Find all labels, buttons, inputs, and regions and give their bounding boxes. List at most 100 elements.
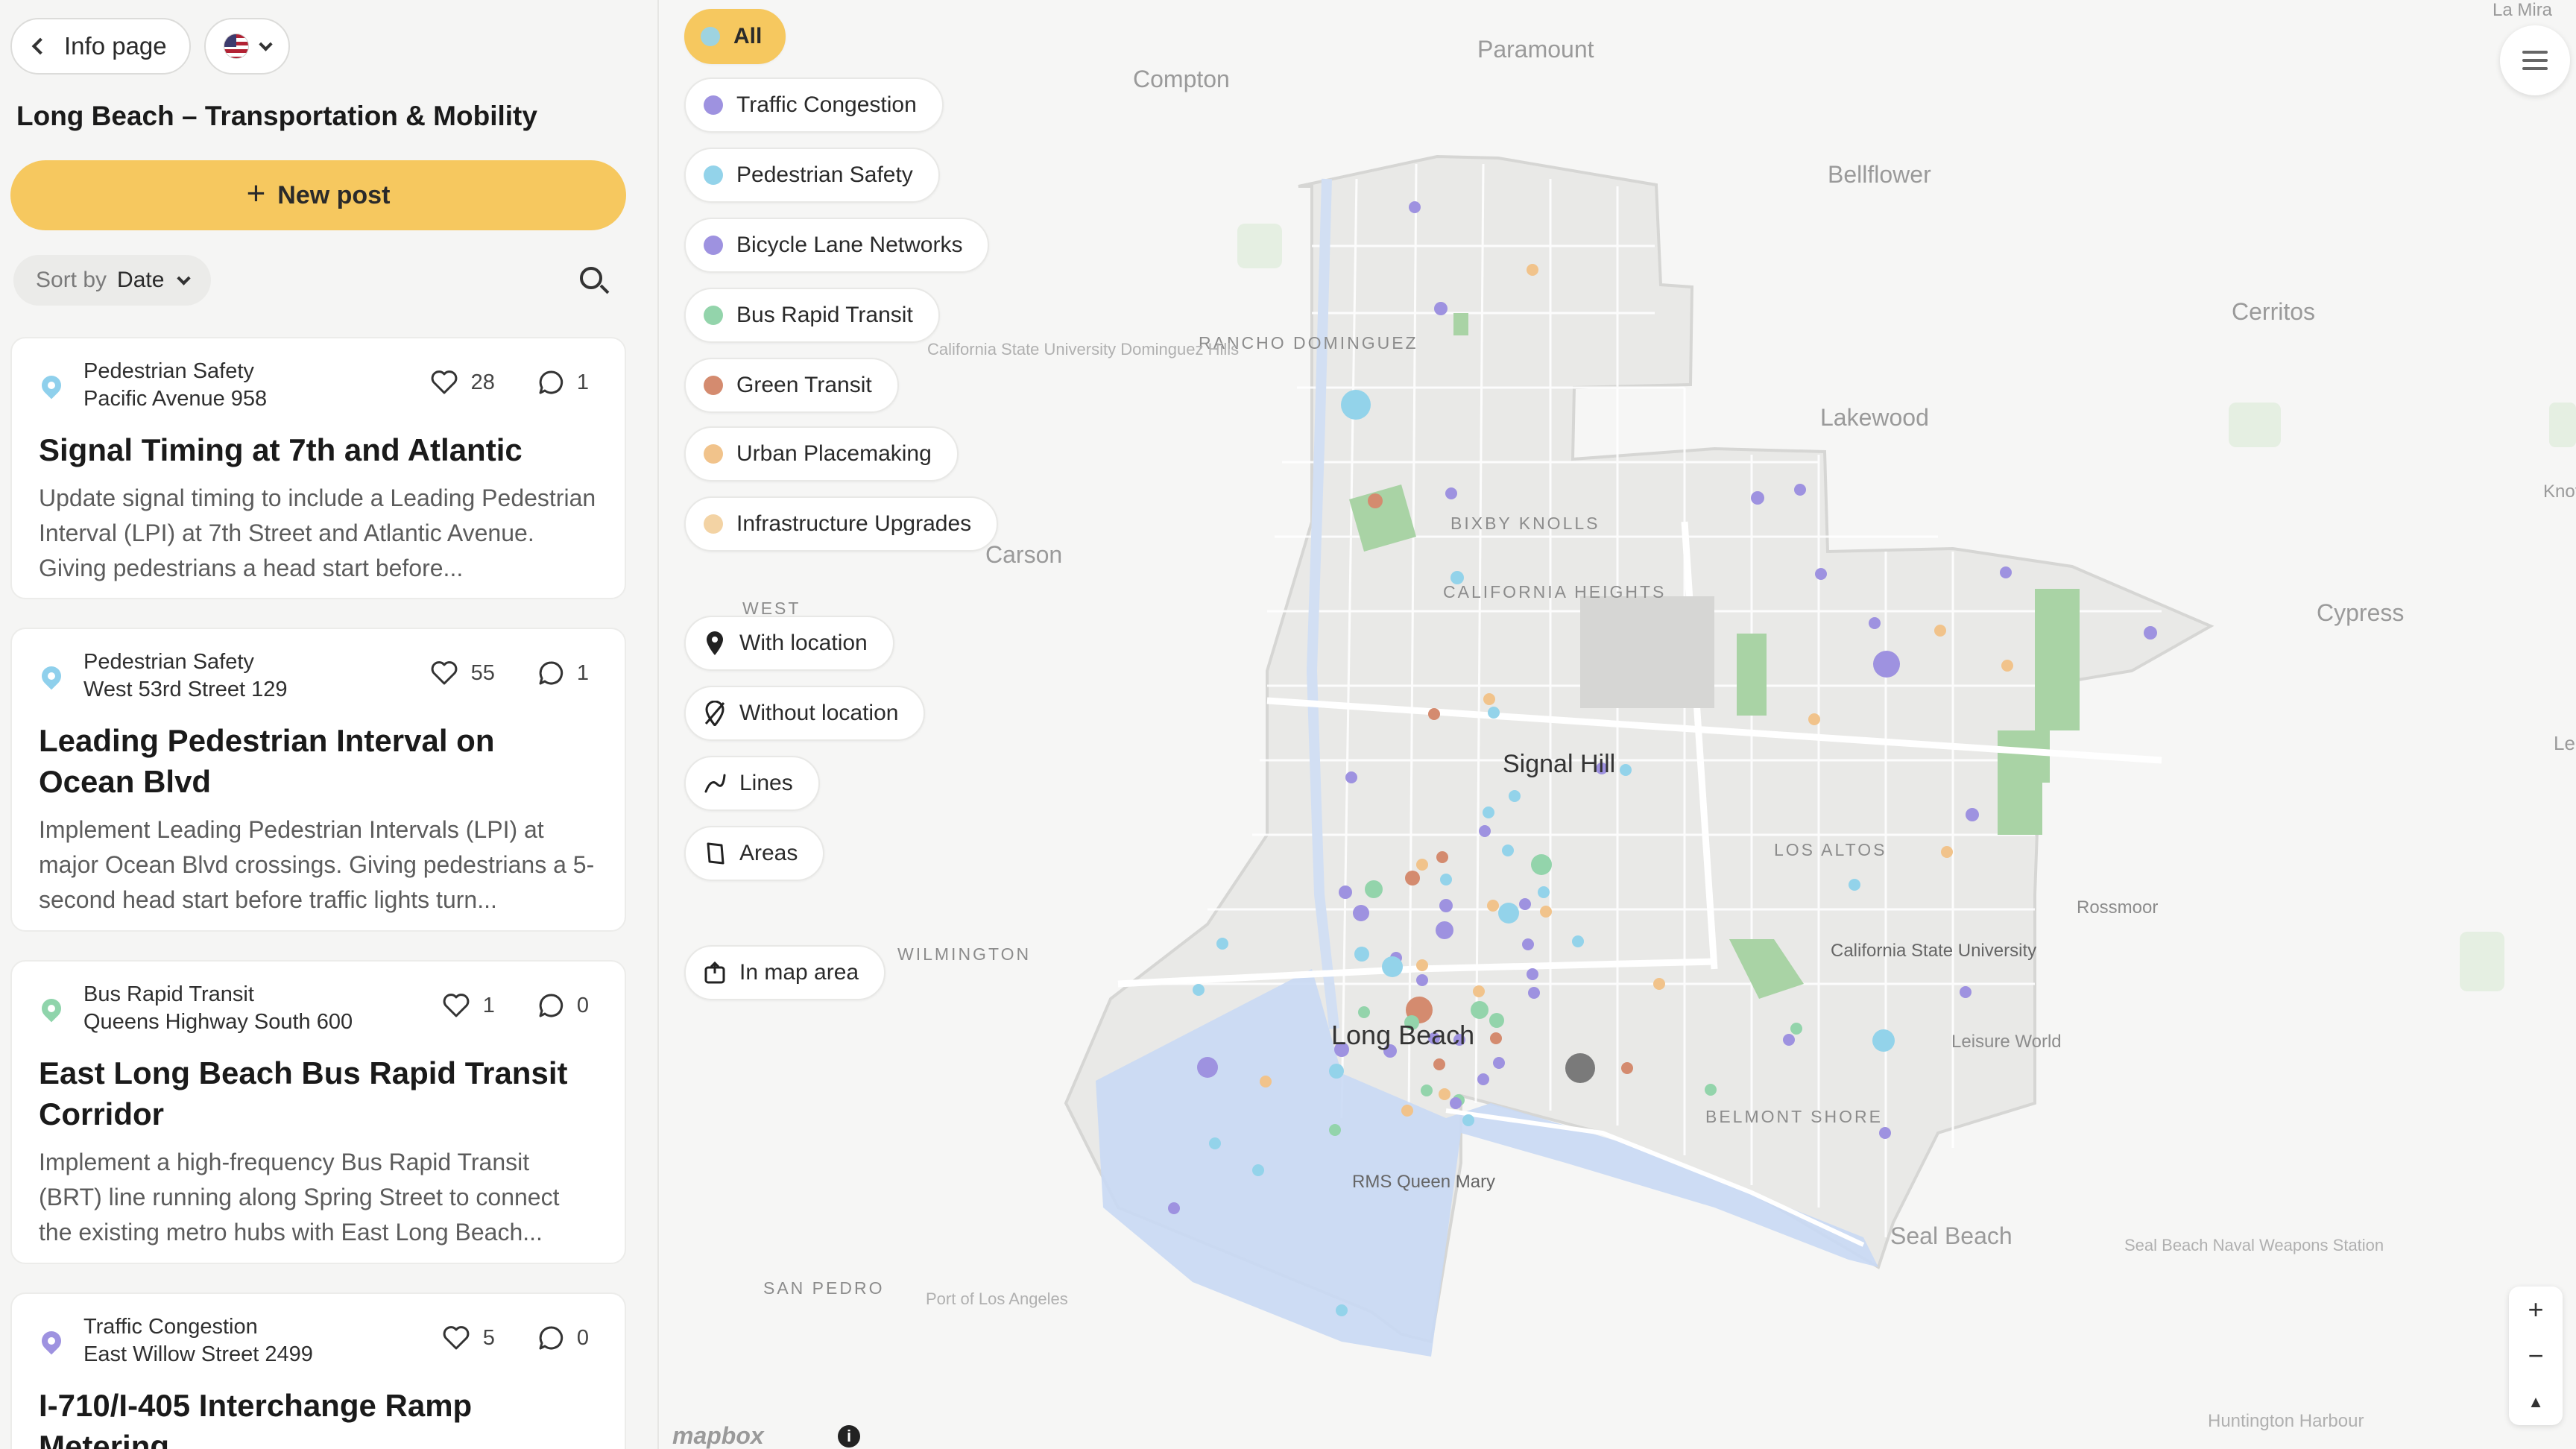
category-swatch	[704, 444, 723, 464]
place-label: Port of Los Angeles	[926, 1289, 1068, 1308]
post-title: Signal Timing at 7th and Atlantic	[39, 432, 523, 467]
place-label: California State University Dominguez Hi…	[927, 340, 1240, 359]
post-title: Leading Pedestrian Interval on Ocean Blv…	[39, 723, 495, 799]
filter-bicycle-lane-networks[interactable]: Bicycle Lane Networks	[684, 218, 990, 273]
like-icon[interactable]	[443, 1326, 470, 1350]
menu-icon	[2522, 51, 2548, 54]
post-address: West 53rd Street 129	[83, 678, 288, 701]
filter-green-transit[interactable]: Green Transit	[684, 358, 899, 413]
sort-label: Sort by	[36, 268, 107, 292]
menu-button[interactable]	[2500, 25, 2570, 95]
place-label: La Mira	[2493, 0, 2553, 20]
chevron-left-icon	[31, 37, 49, 55]
place-label: Seal Beach Naval Weapons Station	[2124, 1236, 2384, 1254]
post-address: Pacific Avenue 958	[83, 387, 268, 411]
chevron-down-icon	[177, 271, 192, 285]
filter-infrastructure-upgrades[interactable]: Infrastructure Upgrades	[684, 496, 999, 552]
place-label: Compton	[1133, 66, 1230, 92]
back-label: Info page	[64, 32, 167, 60]
like-icon[interactable]	[431, 661, 458, 685]
like-icon[interactable]	[431, 370, 458, 394]
comment-icon[interactable]	[538, 993, 564, 1018]
mapbox-logo[interactable]: mapbox	[672, 1422, 764, 1449]
category-swatch	[704, 376, 723, 395]
post-category: Pedestrian Safety	[83, 650, 254, 674]
polygon-icon	[707, 842, 724, 865]
comment-icon[interactable]	[538, 660, 564, 686]
plus-icon: +	[246, 175, 266, 212]
filter-urban-placemaking[interactable]: Urban Placemaking	[684, 426, 959, 482]
place-label: Long Beach	[1331, 1020, 1475, 1050]
like-count: 55	[470, 660, 495, 685]
place-label: Rossmoor	[2077, 897, 2159, 918]
back-button[interactable]: Info page	[10, 18, 191, 75]
search-button[interactable]	[574, 262, 614, 303]
us-flag-icon	[223, 34, 249, 59]
filter-bus-rapid-transit[interactable]: Bus Rapid Transit	[684, 288, 940, 343]
location-pin-icon	[37, 994, 66, 1024]
filter-all[interactable]: All	[684, 9, 786, 64]
new-post-label: New post	[277, 180, 391, 209]
place-label: SAN PEDRO	[763, 1278, 885, 1298]
place-label: Huntington Harbour	[2208, 1411, 2364, 1431]
place-label: WILMINGTON	[897, 944, 1032, 964]
new-post-button[interactable]: + New post	[10, 160, 626, 230]
post-card[interactable]: Traffic Congestion East Willow Street 24…	[10, 1292, 626, 1449]
place-label: CALIFORNIA HEIGHTS	[1443, 581, 1664, 602]
like-icon[interactable]	[443, 994, 470, 1017]
place-label: Signal Hill	[1503, 750, 1616, 778]
location-pin-icon	[37, 1327, 66, 1357]
sidebar: Info page Long Beach – Transportation & …	[0, 0, 659, 1449]
location-off-icon	[704, 701, 725, 726]
place-label: Le	[2554, 732, 2575, 754]
comment-icon[interactable]	[538, 370, 564, 395]
filter-with-location[interactable]: With location	[684, 616, 894, 671]
top-bar: Info page	[10, 18, 290, 75]
post-address: Queens Highway South 600	[83, 1010, 353, 1034]
comment-count: 0	[576, 993, 589, 1017]
all-icon	[701, 27, 720, 46]
like-count: 1	[482, 993, 495, 1017]
comment-count: 1	[576, 660, 589, 685]
filter-in-map-area[interactable]: In map area	[684, 945, 886, 1000]
post-excerpt: Implement Leading Pedestrian Intervals (…	[39, 816, 595, 913]
location-pin-icon	[37, 662, 66, 692]
post-title: East Long Beach Bus Rapid Transit Corrid…	[39, 1055, 568, 1131]
location-pin-icon	[707, 631, 723, 655]
page-title: Long Beach – Transportation & Mobility	[16, 101, 537, 131]
comment-icon[interactable]	[538, 1325, 564, 1351]
category-swatch	[704, 165, 723, 185]
post-address: East Willow Street 2499	[83, 1342, 313, 1366]
place-label: LOS ALTOS	[1774, 840, 1887, 859]
sort-dropdown[interactable]: Sort by Date	[13, 255, 212, 306]
line-icon	[704, 774, 726, 793]
compass-button[interactable]: ▲	[2509, 1379, 2563, 1425]
category-swatch	[704, 236, 723, 255]
filter-traffic-congestion[interactable]: Traffic Congestion	[684, 78, 944, 133]
post-card[interactable]: Bus Rapid Transit Queens Highway South 6…	[10, 960, 626, 1264]
zoom-in-button[interactable]: +	[2509, 1287, 2563, 1333]
category-swatch	[704, 306, 723, 325]
language-selector[interactable]	[203, 18, 290, 75]
filter-areas[interactable]: Areas	[684, 826, 825, 881]
post-category: Traffic Congestion	[83, 1315, 258, 1339]
filter-pedestrian-safety[interactable]: Pedestrian Safety	[684, 148, 940, 203]
post-card[interactable]: Pedestrian Safety Pacific Avenue 958 28 …	[10, 337, 626, 599]
place-label: BELMONT SHORE	[1705, 1107, 1883, 1126]
info-icon[interactable]: i	[838, 1425, 860, 1448]
filter-lines[interactable]: Lines	[684, 756, 820, 811]
post-card[interactable]: Pedestrian Safety West 53rd Street 129 5…	[10, 628, 626, 932]
zoom-out-button[interactable]: −	[2509, 1333, 2563, 1379]
post-category: Bus Rapid Transit	[83, 982, 254, 1006]
place-label: Knot	[2543, 482, 2576, 502]
place-label: Leisure World	[1951, 1032, 2062, 1052]
category-swatch	[704, 514, 723, 534]
post-title: I-710/I-405 Interchange Ramp Metering	[39, 1388, 473, 1449]
place-label: Lakewood	[1820, 404, 1929, 431]
category-swatch	[704, 95, 723, 115]
filter-without-location[interactable]: Without location	[684, 686, 926, 741]
like-count: 5	[482, 1325, 495, 1350]
comment-count: 1	[576, 370, 589, 394]
place-label: BIXBY KNOLLS	[1450, 513, 1598, 534]
place-label: Cerritos	[2232, 298, 2316, 325]
